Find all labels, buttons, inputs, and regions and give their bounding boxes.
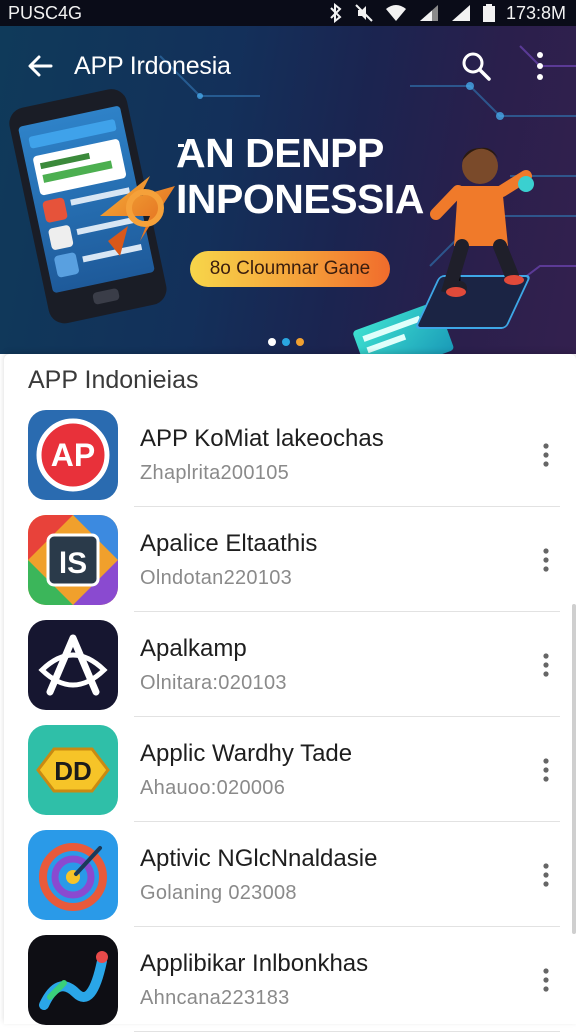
svg-text:AP: AP	[51, 437, 95, 473]
bluetooth-icon	[330, 3, 342, 23]
app-subtitle: Zhaplrita200105	[140, 462, 290, 484]
app-name: Applibikar Inlbonkhas	[140, 950, 369, 977]
item-menu-button[interactable]	[528, 530, 564, 590]
section-title: APP Indonieias	[28, 366, 199, 394]
app-list: AP APP KoMiat lakeochas Zhaplrita200105	[4, 402, 576, 1032]
list-item[interactable]: Aptivic NGlcNnaldasie Golaning 023008	[4, 822, 576, 927]
carousel-dot[interactable]	[282, 338, 290, 346]
more-vertical-icon	[543, 862, 549, 887]
item-menu-button[interactable]	[528, 950, 564, 1010]
list-item[interactable]: lS Apalice Eltaathis Olndotan220103	[4, 507, 576, 612]
back-button[interactable]	[18, 44, 62, 88]
app-list-panel: APP Indonieias AP APP KoMiat lakeochas Z…	[4, 354, 576, 1032]
wifi-icon	[385, 5, 406, 21]
target-logo-icon	[28, 829, 118, 920]
list-item[interactable]: AP APP KoMiat lakeochas Zhaplrita200105	[4, 402, 576, 507]
banner-headline-line2: INPONESSIA	[176, 176, 424, 222]
list-item[interactable]: Apalkamp Olnitara:020103	[4, 612, 576, 717]
carousel-dot[interactable]	[268, 338, 276, 346]
status-bar: PUSC4G 173:8M	[0, 0, 576, 26]
list-item-text: APP KoMiat lakeochas Zhaplrita200105	[140, 424, 528, 485]
list-item[interactable]: Applibikar Inlbonkhas Ahncana223183	[4, 927, 576, 1032]
more-vertical-icon	[543, 442, 549, 467]
more-vertical-icon	[543, 547, 549, 572]
more-options-button[interactable]	[518, 44, 562, 88]
battery-icon	[482, 4, 495, 22]
app-bar: APP Irdonesia	[0, 26, 576, 106]
item-menu-button[interactable]	[528, 425, 564, 485]
banner-headline-line1: AN DENPP	[176, 130, 384, 176]
a-logo-icon	[28, 619, 118, 710]
page-title: APP Irdonesia	[74, 51, 231, 80]
app-name: Apalkamp	[140, 635, 247, 662]
item-menu-button[interactable]	[528, 740, 564, 800]
app-name: Apalice Eltaathis	[140, 530, 318, 557]
item-menu-button[interactable]	[528, 845, 564, 905]
scrollbar[interactable]	[572, 604, 576, 934]
carousel-indicator[interactable]	[268, 338, 304, 346]
carousel-dot[interactable]	[296, 338, 304, 346]
item-menu-button[interactable]	[528, 635, 564, 695]
app-subtitle: Ahncana223183	[140, 987, 290, 1009]
list-item[interactable]: DD Applic Wardhy Tade Ahauoo:020006	[4, 717, 576, 822]
more-vertical-icon	[543, 757, 549, 782]
more-vertical-icon	[537, 52, 543, 80]
list-item-text: Apalice Eltaathis Olndotan220103	[140, 529, 528, 590]
signal-icon	[419, 5, 438, 21]
more-vertical-icon	[543, 652, 549, 677]
is-logo-icon: lS	[28, 514, 118, 605]
signal-icon	[451, 5, 470, 21]
list-item-text: Aptivic NGlcNnaldasie Golaning 023008	[140, 844, 528, 905]
svg-text:lS: lS	[59, 547, 87, 580]
search-icon	[462, 52, 491, 81]
dd-logo-icon: DD	[28, 724, 118, 815]
app-subtitle: Ahauoo:020006	[140, 777, 286, 799]
search-button[interactable]	[454, 44, 498, 88]
swirl-logo-icon	[28, 934, 118, 1025]
list-item-text: Apalkamp Olnitara:020103	[140, 634, 528, 695]
banner-headline: AN DENPP INPONESSIA	[176, 130, 424, 222]
status-icons: 173:8M	[328, 3, 566, 24]
app-name: Aptivic NGlcNnaldasie	[140, 845, 378, 872]
app-subtitle: Olndotan220103	[140, 567, 293, 589]
app-name: Applic Wardhy Tade	[140, 740, 353, 767]
clock: 173:8M	[505, 2, 566, 23]
app-subtitle: Olnitara:020103	[140, 672, 287, 694]
svg-text:DD: DD	[54, 756, 92, 786]
app-subtitle: Golaning 023008	[140, 882, 297, 904]
arrow-left-icon	[28, 55, 53, 77]
app-name: APP KoMiat lakeochas	[140, 425, 384, 452]
carrier-label: PUSC4G	[8, 2, 83, 23]
ap-logo-icon: AP	[28, 409, 118, 500]
mute-icon	[355, 4, 373, 22]
list-item-text: Applibikar Inlbonkhas Ahncana223183	[140, 949, 528, 1010]
more-vertical-icon	[543, 967, 549, 992]
banner-cta-pill[interactable]: 8o Cloumnar Gane	[190, 251, 390, 287]
list-item-text: Applic Wardhy Tade Ahauoo:020006	[140, 739, 528, 800]
